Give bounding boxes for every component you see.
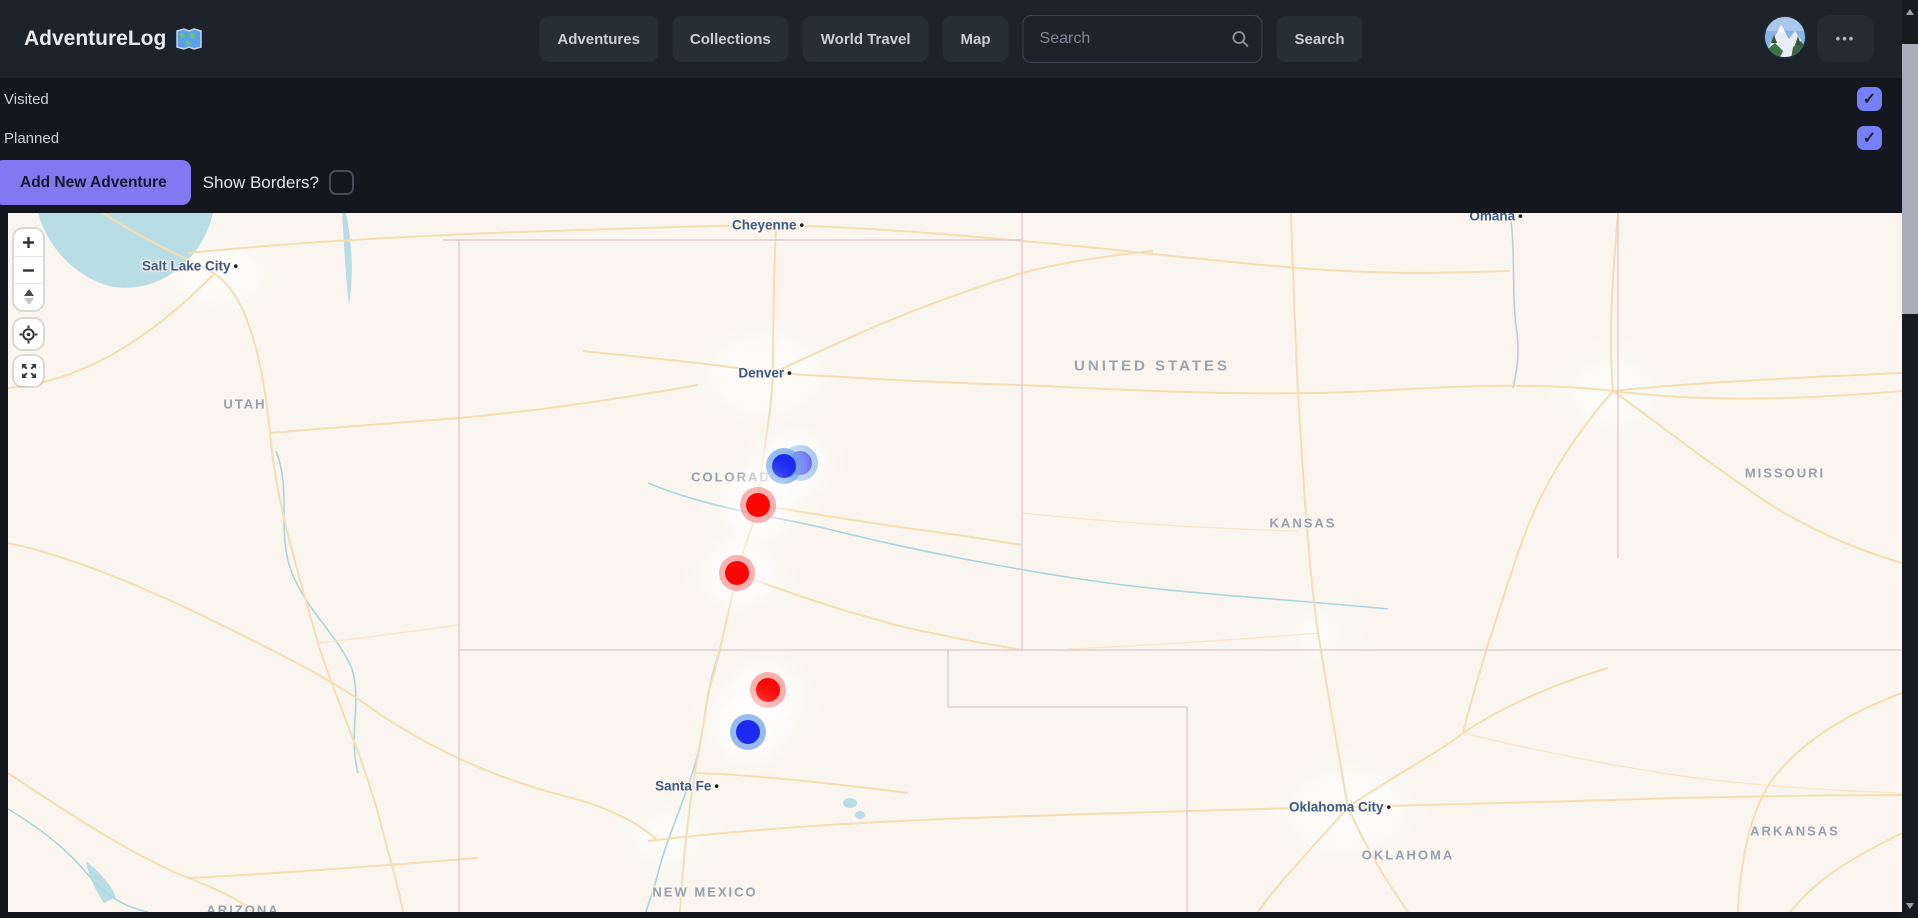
avatar[interactable] bbox=[1764, 16, 1806, 58]
planned-marker-core bbox=[736, 720, 760, 744]
zoom-control-group bbox=[14, 229, 43, 310]
world-map-emoji-icon bbox=[176, 28, 202, 50]
fullscreen-control bbox=[14, 356, 43, 386]
overflow-menu-button[interactable]: ••• bbox=[1817, 15, 1874, 62]
compass-button[interactable] bbox=[14, 283, 43, 310]
nav-item-world-travel[interactable]: World Travel bbox=[803, 16, 929, 62]
geolocate-control bbox=[14, 319, 43, 349]
planned-label: Planned bbox=[4, 130, 59, 147]
show-borders-label: Show Borders? bbox=[203, 173, 319, 193]
action-row: Add New Adventure Show Borders? bbox=[0, 160, 354, 205]
app-logo: AdventureLog bbox=[24, 27, 202, 51]
search-button[interactable]: Search bbox=[1277, 16, 1363, 62]
visited-marker-core bbox=[756, 678, 780, 702]
planned-marker-core bbox=[772, 454, 796, 478]
planned-filter-row: Planned ✓ bbox=[0, 124, 1902, 152]
main-nav: Adventures Collections World Travel Map Sea… bbox=[539, 15, 1362, 63]
scrollbar-thumb[interactable] bbox=[1902, 44, 1918, 314]
planned-adventure-marker[interactable] bbox=[766, 448, 802, 484]
search-icon bbox=[1231, 29, 1251, 49]
visited-label: Visited bbox=[4, 91, 49, 108]
visited-checkbox[interactable]: ✓ bbox=[1857, 87, 1882, 111]
visited-marker-core bbox=[725, 561, 749, 585]
add-new-adventure-button[interactable]: Add New Adventure bbox=[0, 160, 191, 205]
map-base-layer bbox=[8, 213, 1902, 912]
visited-adventure-marker[interactable] bbox=[750, 672, 786, 708]
fullscreen-button[interactable] bbox=[14, 356, 43, 386]
zoom-in-button[interactable] bbox=[14, 229, 43, 256]
page-scrollbar[interactable] bbox=[1902, 0, 1918, 918]
show-borders-checkbox[interactable] bbox=[329, 170, 354, 195]
nav-item-adventures[interactable]: Adventures bbox=[539, 16, 658, 62]
nav-item-collections[interactable]: Collections bbox=[672, 16, 789, 62]
nav-item-map[interactable]: Map bbox=[943, 16, 1009, 62]
planned-adventure-marker[interactable] bbox=[730, 714, 766, 750]
visited-marker-core bbox=[746, 493, 770, 517]
search-input[interactable] bbox=[1023, 15, 1263, 63]
search-wrap bbox=[1023, 15, 1263, 63]
zoom-out-button[interactable] bbox=[14, 256, 43, 283]
visited-adventure-marker[interactable] bbox=[719, 555, 755, 591]
map-canvas[interactable]: UNITED STATESUTAHCOLORADOKANSASMISSOURIN… bbox=[8, 213, 1902, 912]
scrollbar-down-arrow-icon[interactable] bbox=[1906, 903, 1914, 909]
app-title: AdventureLog bbox=[24, 27, 166, 51]
planned-checkbox[interactable]: ✓ bbox=[1857, 126, 1882, 150]
visited-adventure-marker[interactable] bbox=[740, 487, 776, 523]
geolocate-button[interactable] bbox=[14, 319, 43, 349]
visited-filter-row: Visited ✓ bbox=[0, 85, 1902, 113]
navbar: AdventureLog Adventures Collections World … bbox=[0, 0, 1902, 78]
scrollbar-up-arrow-icon[interactable] bbox=[1906, 9, 1914, 15]
